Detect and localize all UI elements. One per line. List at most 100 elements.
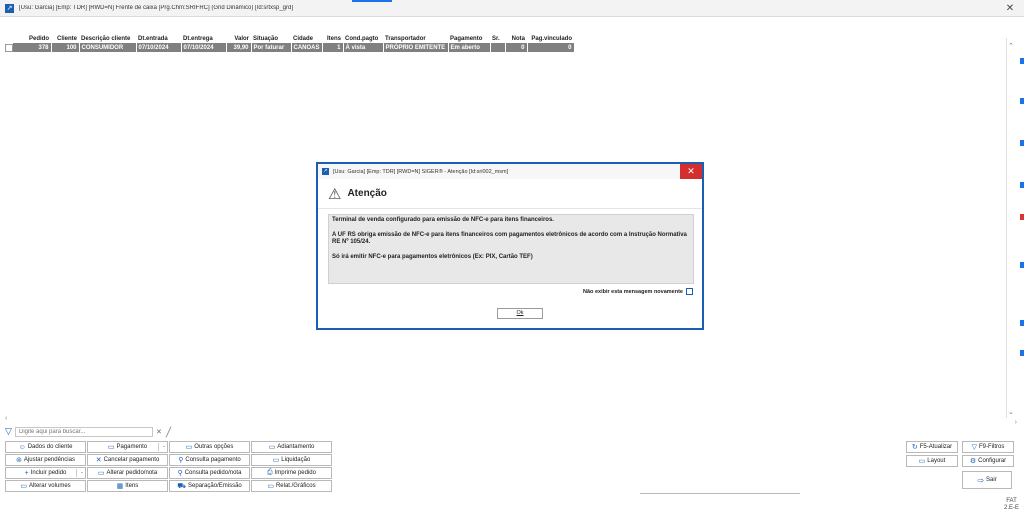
- document-icon: ▭: [97, 470, 105, 477]
- col-header[interactable]: Descrição cliente: [79, 34, 136, 43]
- dialog-title: [Usu: Garcia] [Emp: TDR] [RWD=N] SIGER® …: [333, 168, 509, 175]
- status-fat: FAT 2.E-E: [1004, 498, 1020, 511]
- adjust-icon: ⊚: [16, 457, 22, 464]
- divider: [165, 425, 172, 438]
- dropdown-arrow-icon[interactable]: -: [163, 444, 165, 450]
- relat-graficos-button[interactable]: ▭ Relat./Gráficos: [251, 480, 332, 492]
- scroll-left-icon[interactable]: ‹: [5, 415, 7, 422]
- configurar-button[interactable]: ⚙ Configurar: [962, 455, 1014, 467]
- edge-marker: [1020, 58, 1024, 64]
- adiantamento-button[interactable]: ▭ Adiantamento: [251, 441, 332, 453]
- ajustar-pendencias-button[interactable]: ⊚ Ajustar pendências: [5, 454, 86, 466]
- refresh-icon: ↻: [911, 444, 918, 451]
- printer-icon: ⎙: [267, 469, 273, 476]
- liquidacao-button[interactable]: ▭ Liquidação: [251, 454, 332, 466]
- incluir-pedido-button[interactable]: + Incluir pedido -: [5, 467, 86, 479]
- divider: [640, 493, 800, 494]
- col-header[interactable]: Nota: [505, 34, 527, 43]
- dropdown-arrow-icon[interactable]: -: [81, 470, 83, 476]
- cell-valor: 39,90: [226, 43, 252, 52]
- truck-icon: ⛟: [177, 482, 187, 490]
- col-header[interactable]: Situação: [251, 34, 291, 43]
- col-header[interactable]: Dt.entrega: [181, 34, 226, 43]
- dont-show-again[interactable]: Não exibir esta mensagem novamente: [583, 288, 693, 295]
- scroll-up-icon[interactable]: ⌃: [1008, 42, 1014, 50]
- cell-itens: 1: [322, 43, 344, 52]
- layout-button[interactable]: ▭ Layout: [906, 455, 958, 467]
- message-paragraph: A UF RS obriga emissão de NFC-e para ite…: [332, 231, 687, 246]
- action-buttons: ☺ Dados do cliente ▭ Pagamento - ▭ Outras op…: [5, 441, 332, 492]
- horizontal-scrollbar[interactable]: ‹ ›: [5, 415, 1017, 426]
- scroll-right-icon[interactable]: ›: [1015, 419, 1017, 426]
- col-header[interactable]: Dt.entrada: [136, 34, 181, 43]
- cell-dt-entrega: 07/10/2024: [181, 43, 227, 52]
- table-header-row: Pedido Cliente Descrição cliente Dt.entr…: [5, 34, 574, 43]
- window-titlebar: ↗ [Usu: Garcia] [Emp: TDR] [RWD=N] Frent…: [0, 0, 1024, 17]
- filtros-button[interactable]: ▽ F9-Filtros: [962, 441, 1014, 453]
- document-icon: ▭: [107, 444, 115, 451]
- dialog-header: ⚠ Atenção: [318, 179, 702, 209]
- document-icon: ▭: [185, 444, 193, 451]
- dialog-close-button[interactable]: ✕: [680, 164, 702, 179]
- consulta-pedido-nota-button[interactable]: ⚲ Consulta pedido/nota: [169, 467, 250, 479]
- scroll-down-icon[interactable]: ⌄: [1008, 408, 1014, 416]
- col-header[interactable]: Transportador: [383, 34, 448, 43]
- dont-show-label: Não exibir esta mensagem novamente: [583, 288, 683, 295]
- alterar-pedido-nota-button[interactable]: ▭ Alterar pedido/nota: [87, 467, 168, 479]
- window-close-button[interactable]: ✕: [996, 3, 1024, 14]
- edge-marker: [1020, 182, 1024, 188]
- col-header[interactable]: Itens: [322, 34, 343, 43]
- edge-marker: [1020, 350, 1024, 356]
- itens-button[interactable]: ▦ Itens: [87, 480, 168, 492]
- col-header[interactable]: Cond.pagto: [343, 34, 383, 43]
- cell-nota: 0: [505, 43, 528, 52]
- cell-transportador: PRÓPRIO EMITENTE: [383, 43, 449, 52]
- chart-icon: ▭: [267, 483, 274, 490]
- layout-icon: ▭: [918, 458, 926, 465]
- col-header[interactable]: Valor: [226, 34, 251, 43]
- consulta-pagamento-button[interactable]: ⚲ Consulta pagamento: [169, 454, 250, 466]
- alterar-volumes-button[interactable]: ▭ Alterar volumes: [5, 480, 86, 492]
- separacao-emissao-button[interactable]: ⛟ Separação/Emissão: [169, 480, 250, 492]
- dialog-heading: Atenção: [347, 188, 387, 199]
- message-paragraph: Só irá emitir NFC-e para pagamentos elet…: [332, 253, 533, 260]
- settings-icon: ⚙: [969, 458, 977, 465]
- table-row[interactable]: 378 100 CONSUMIDOR 07/10/2024 07/10/2024…: [5, 43, 575, 52]
- imprime-pedido-button[interactable]: ⎙ Imprime pedido: [251, 467, 332, 479]
- row-checkbox[interactable]: [5, 43, 13, 52]
- orders-table: Pedido Cliente Descrição cliente Dt.entr…: [5, 34, 575, 52]
- cell-dt-entrada: 07/10/2024: [136, 43, 182, 52]
- dados-cliente-button[interactable]: ☺ Dados do cliente: [5, 441, 86, 453]
- edge-marker: [1020, 98, 1024, 104]
- grid-icon: ▦: [116, 483, 124, 490]
- search-input[interactable]: [15, 426, 153, 437]
- cell-cond-pagto: À vista: [343, 43, 384, 52]
- right-action-buttons: ↻ F5-Atualizar ▽ F9-Filtros ▭ Layout ⚙ Confi…: [906, 441, 1014, 467]
- box-icon: ▭: [20, 483, 27, 490]
- cell-cidade: CANOAS: [291, 43, 323, 52]
- row-checkbox-cell[interactable]: [5, 43, 13, 52]
- edge-marker: [1020, 262, 1024, 268]
- search-clear-icon[interactable]: ✕: [156, 428, 162, 436]
- col-header[interactable]: Sr.: [490, 34, 505, 43]
- window-title: [Usu: Garcia] [Emp: TDR] [RWD=N] Frente …: [19, 5, 294, 11]
- col-header[interactable]: Cliente: [51, 34, 79, 43]
- filter-icon[interactable]: ▽: [5, 426, 15, 437]
- col-header[interactable]: Pedido: [13, 34, 51, 43]
- app-icon: ↗: [5, 3, 14, 13]
- col-header[interactable]: Cidade: [291, 34, 322, 43]
- document-icon: ▭: [268, 444, 276, 451]
- outras-opcoes-button[interactable]: ▭ Outras opções: [169, 441, 250, 453]
- ok-button[interactable]: Ok: [497, 308, 543, 319]
- pagamento-button[interactable]: ▭ Pagamento -: [87, 441, 168, 453]
- atualizar-button[interactable]: ↻ F5-Atualizar: [906, 441, 958, 453]
- sair-button[interactable]: ⇨ Sair: [962, 471, 1012, 489]
- cell-pag-vinculado: 0: [527, 43, 575, 52]
- warning-icon: ⚠: [328, 185, 342, 203]
- dont-show-checkbox[interactable]: [686, 288, 693, 295]
- search-bar: ▽ ✕: [5, 425, 172, 438]
- grid-right-border: [1006, 38, 1007, 418]
- col-header[interactable]: Pagamento: [448, 34, 490, 43]
- cancelar-pagamento-button[interactable]: ✕ Cancelar pagamento: [87, 454, 168, 466]
- col-header[interactable]: Pag.vinculado: [527, 34, 574, 43]
